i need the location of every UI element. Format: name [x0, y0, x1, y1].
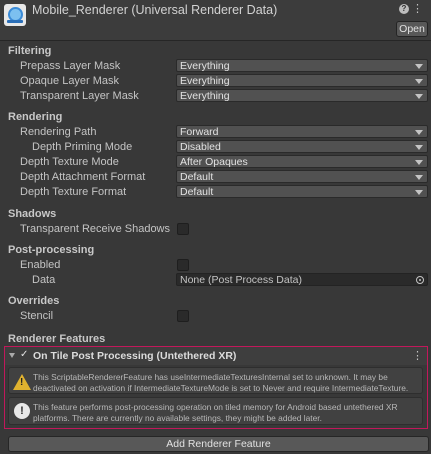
rendering-path-label: Rendering Path	[20, 126, 97, 138]
dropdown-value: Everything	[180, 60, 230, 72]
dropdown-value: Everything	[180, 75, 230, 87]
feature-title: On Tile Post Processing (Untethered XR)	[33, 350, 237, 362]
transparent-layer-mask-label: Transparent Layer Mask	[20, 90, 139, 102]
depth-priming-mode-dropdown[interactable]: Disabled	[176, 140, 428, 153]
renderer-feature-header[interactable]: ✓ On Tile Post Processing (Untethered XR…	[5, 347, 427, 365]
stencil-checkbox[interactable]	[177, 310, 189, 322]
open-button[interactable]: Open	[396, 21, 428, 37]
section-filtering: Filtering	[8, 45, 52, 57]
prepass-layer-mask-label: Prepass Layer Mask	[20, 60, 121, 72]
section-post-processing: Post-processing	[8, 244, 95, 256]
context-menu-icon[interactable]: ⋮	[412, 3, 423, 15]
section-overrides: Overrides	[8, 295, 60, 307]
chevron-down-icon	[415, 64, 423, 69]
dropdown-value: Disabled	[180, 141, 221, 153]
section-shadows: Shadows	[8, 208, 57, 220]
dropdown-value: Default	[180, 171, 214, 183]
opaque-layer-mask-label: Opaque Layer Mask	[20, 75, 120, 87]
chevron-down-icon	[415, 79, 423, 84]
transparent-layer-mask-dropdown[interactable]: Everything	[176, 89, 428, 102]
object-field-value: None (Post Process Data)	[180, 274, 302, 286]
post-process-data-label: Data	[32, 274, 56, 286]
prepass-layer-mask-dropdown[interactable]: Everything	[176, 59, 428, 72]
foldout-arrow-icon[interactable]	[9, 353, 15, 358]
section-rendering: Rendering	[8, 111, 63, 123]
chevron-down-icon	[415, 160, 423, 165]
rendering-path-dropdown[interactable]: Forward	[176, 125, 428, 138]
warning-helpbox: ! This ScriptableRendererFeature has use…	[8, 367, 423, 394]
add-renderer-feature-button[interactable]: Add Renderer Feature	[8, 436, 429, 452]
depth-priming-mode-label: Depth Priming Mode	[32, 141, 133, 153]
feature-menu-icon[interactable]: ⋮	[412, 349, 423, 362]
chevron-down-icon	[415, 145, 423, 150]
depth-texture-format-dropdown[interactable]: Default	[176, 185, 428, 198]
depth-texture-format-label: Depth Texture Format	[20, 186, 127, 198]
dropdown-value: Forward	[180, 126, 219, 138]
section-renderer-features: Renderer Features	[8, 333, 106, 345]
object-picker-icon[interactable]	[416, 276, 424, 284]
stencil-label: Stencil	[20, 310, 54, 322]
post-processing-enabled-checkbox[interactable]	[177, 259, 189, 271]
post-process-data-field[interactable]: None (Post Process Data)	[176, 273, 428, 286]
transparent-receive-shadows-label: Transparent Receive Shadows	[20, 223, 171, 235]
info-icon: !	[14, 403, 30, 419]
dropdown-value: Everything	[180, 90, 230, 102]
feature-enabled-checkbox[interactable]: ✓	[20, 349, 28, 360]
warning-message: This ScriptableRendererFeature has useIn…	[33, 372, 409, 393]
warning-icon: !	[13, 374, 31, 390]
transparent-receive-shadows-checkbox[interactable]	[177, 223, 189, 235]
chevron-down-icon	[415, 94, 423, 99]
depth-attachment-format-dropdown[interactable]: Default	[176, 170, 428, 183]
depth-texture-mode-dropdown[interactable]: After Opaques	[176, 155, 428, 168]
inspector-header: Mobile_Renderer (Universal Renderer Data…	[0, 0, 431, 41]
opaque-layer-mask-dropdown[interactable]: Everything	[176, 74, 428, 87]
chevron-down-icon	[415, 190, 423, 195]
help-icon[interactable]: ?	[399, 4, 409, 14]
info-helpbox: ! This feature performs post-processing …	[8, 397, 423, 425]
chevron-down-icon	[415, 130, 423, 135]
depth-attachment-format-label: Depth Attachment Format	[20, 171, 146, 183]
info-message: This feature performs post-processing op…	[33, 402, 398, 423]
dropdown-value: After Opaques	[180, 156, 248, 168]
depth-texture-mode-label: Depth Texture Mode	[20, 156, 119, 168]
renderer-feature-panel: ✓ On Tile Post Processing (Untethered XR…	[4, 346, 428, 429]
chevron-down-icon	[415, 175, 423, 180]
post-processing-enabled-label: Enabled	[20, 259, 61, 271]
asset-title: Mobile_Renderer (Universal Renderer Data…	[32, 3, 278, 17]
renderer-asset-icon	[4, 4, 26, 26]
dropdown-value: Default	[180, 186, 214, 198]
